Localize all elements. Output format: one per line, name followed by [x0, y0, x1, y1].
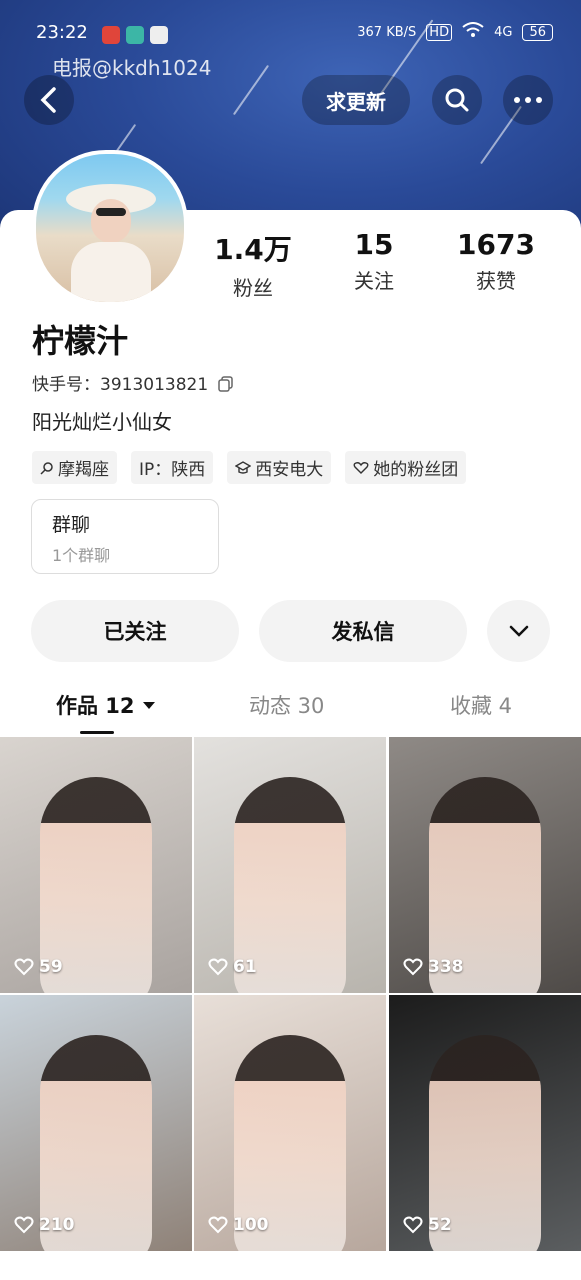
stat-label: 粉丝 [233, 276, 273, 300]
stat-value: 1673 [457, 228, 535, 261]
search-button[interactable] [432, 75, 482, 125]
like-count: 338 [428, 957, 464, 977]
like-count: 210 [39, 1215, 75, 1235]
stat-followers[interactable]: 1.4万 粉丝 [193, 228, 313, 301]
net-speed: 367 KB/S [357, 24, 417, 40]
video-tile[interactable]: 100 [194, 995, 386, 1251]
heart-icon [208, 1216, 228, 1234]
tag-label: 她的粉丝团 [373, 460, 459, 480]
group-title: 群聊 [52, 514, 91, 536]
tag-label: 摩羯座 [58, 460, 109, 480]
like-count: 59 [39, 957, 63, 977]
profile-bio: 阳光灿烂小仙女 [32, 410, 172, 434]
tag-ip: IP：陕西 [131, 451, 214, 484]
tag-fan-club[interactable]: 她的粉丝团 [345, 451, 467, 484]
kuaishou-id-text: 快手号：3913013821 [32, 375, 209, 395]
video-tile[interactable]: 210 [0, 995, 192, 1251]
like-count: 52 [428, 1215, 452, 1235]
heart-icon [208, 958, 228, 976]
tag-label: IP：陕西 [139, 460, 206, 480]
video-tile[interactable]: 52 [389, 995, 581, 1251]
profile-name: 柠檬汁 [32, 322, 129, 360]
request-update-button[interactable]: 求更新 [302, 75, 410, 125]
video-tile[interactable]: 61 [194, 737, 386, 993]
tab-moments[interactable]: 动态 30 [249, 690, 324, 720]
video-tile[interactable]: 338 [389, 737, 581, 993]
tab-favorites[interactable]: 收藏 4 [450, 690, 512, 720]
kuaishou-id: 快手号：3913013821 [32, 370, 234, 395]
school-icon [235, 460, 252, 474]
status-icons: 367 KB/S HD 4G 56 [357, 22, 553, 42]
more-button[interactable] [503, 75, 553, 125]
stat-value: 1.4万 [214, 233, 292, 266]
group-chat-card[interactable]: 群聊 1个群聊 [31, 499, 219, 574]
avatar[interactable] [32, 150, 188, 306]
back-button[interactable] [24, 75, 74, 125]
chevron-down-icon [509, 625, 528, 637]
tab-indicator [80, 731, 114, 734]
caret-down-icon [142, 702, 155, 709]
tab-label: 作品 12 [56, 694, 135, 718]
watermark-text: 电报@kkdh1024 [52, 56, 212, 80]
tag-zodiac[interactable]: 摩羯座 [32, 451, 117, 484]
wifi-icon [462, 22, 484, 42]
heart-icon [403, 1216, 423, 1234]
battery-icon: 56 [522, 23, 553, 41]
stat-following[interactable]: 15 关注 [314, 228, 434, 294]
stat-value: 15 [354, 228, 394, 261]
back-arrow-icon [40, 87, 56, 113]
video-tile[interactable]: 59 [0, 737, 192, 993]
like-count: 61 [233, 957, 257, 977]
tag-label: 西安电大 [255, 460, 324, 480]
status-time: 23:22 [36, 22, 88, 43]
more-dots-icon [514, 97, 542, 103]
group-subtitle: 1个群聊 [52, 546, 111, 565]
stat-likes[interactable]: 1673 获赞 [436, 228, 556, 294]
stat-label: 关注 [354, 269, 394, 293]
heart-icon [14, 958, 34, 976]
profile-tags: 摩羯座 IP：陕西 西安电大 她的粉丝团 [32, 451, 467, 484]
message-button[interactable]: 发私信 [259, 600, 467, 662]
zodiac-icon [40, 461, 53, 475]
status-app-icons [96, 24, 168, 44]
signal-label: 4G [494, 24, 513, 40]
like-count: 100 [233, 1215, 269, 1235]
hd-badge: HD [426, 23, 453, 41]
copy-icon[interactable] [217, 376, 234, 392]
tag-school[interactable]: 西安电大 [227, 451, 332, 484]
follow-button[interactable]: 已关注 [31, 600, 239, 662]
tab-works[interactable]: 作品 12 [56, 690, 156, 720]
stat-label: 获赞 [476, 269, 516, 293]
heart-icon [14, 1216, 34, 1234]
more-actions-button[interactable] [487, 600, 550, 662]
fan-club-icon [353, 461, 369, 474]
heart-icon [403, 958, 423, 976]
search-icon [445, 88, 469, 112]
